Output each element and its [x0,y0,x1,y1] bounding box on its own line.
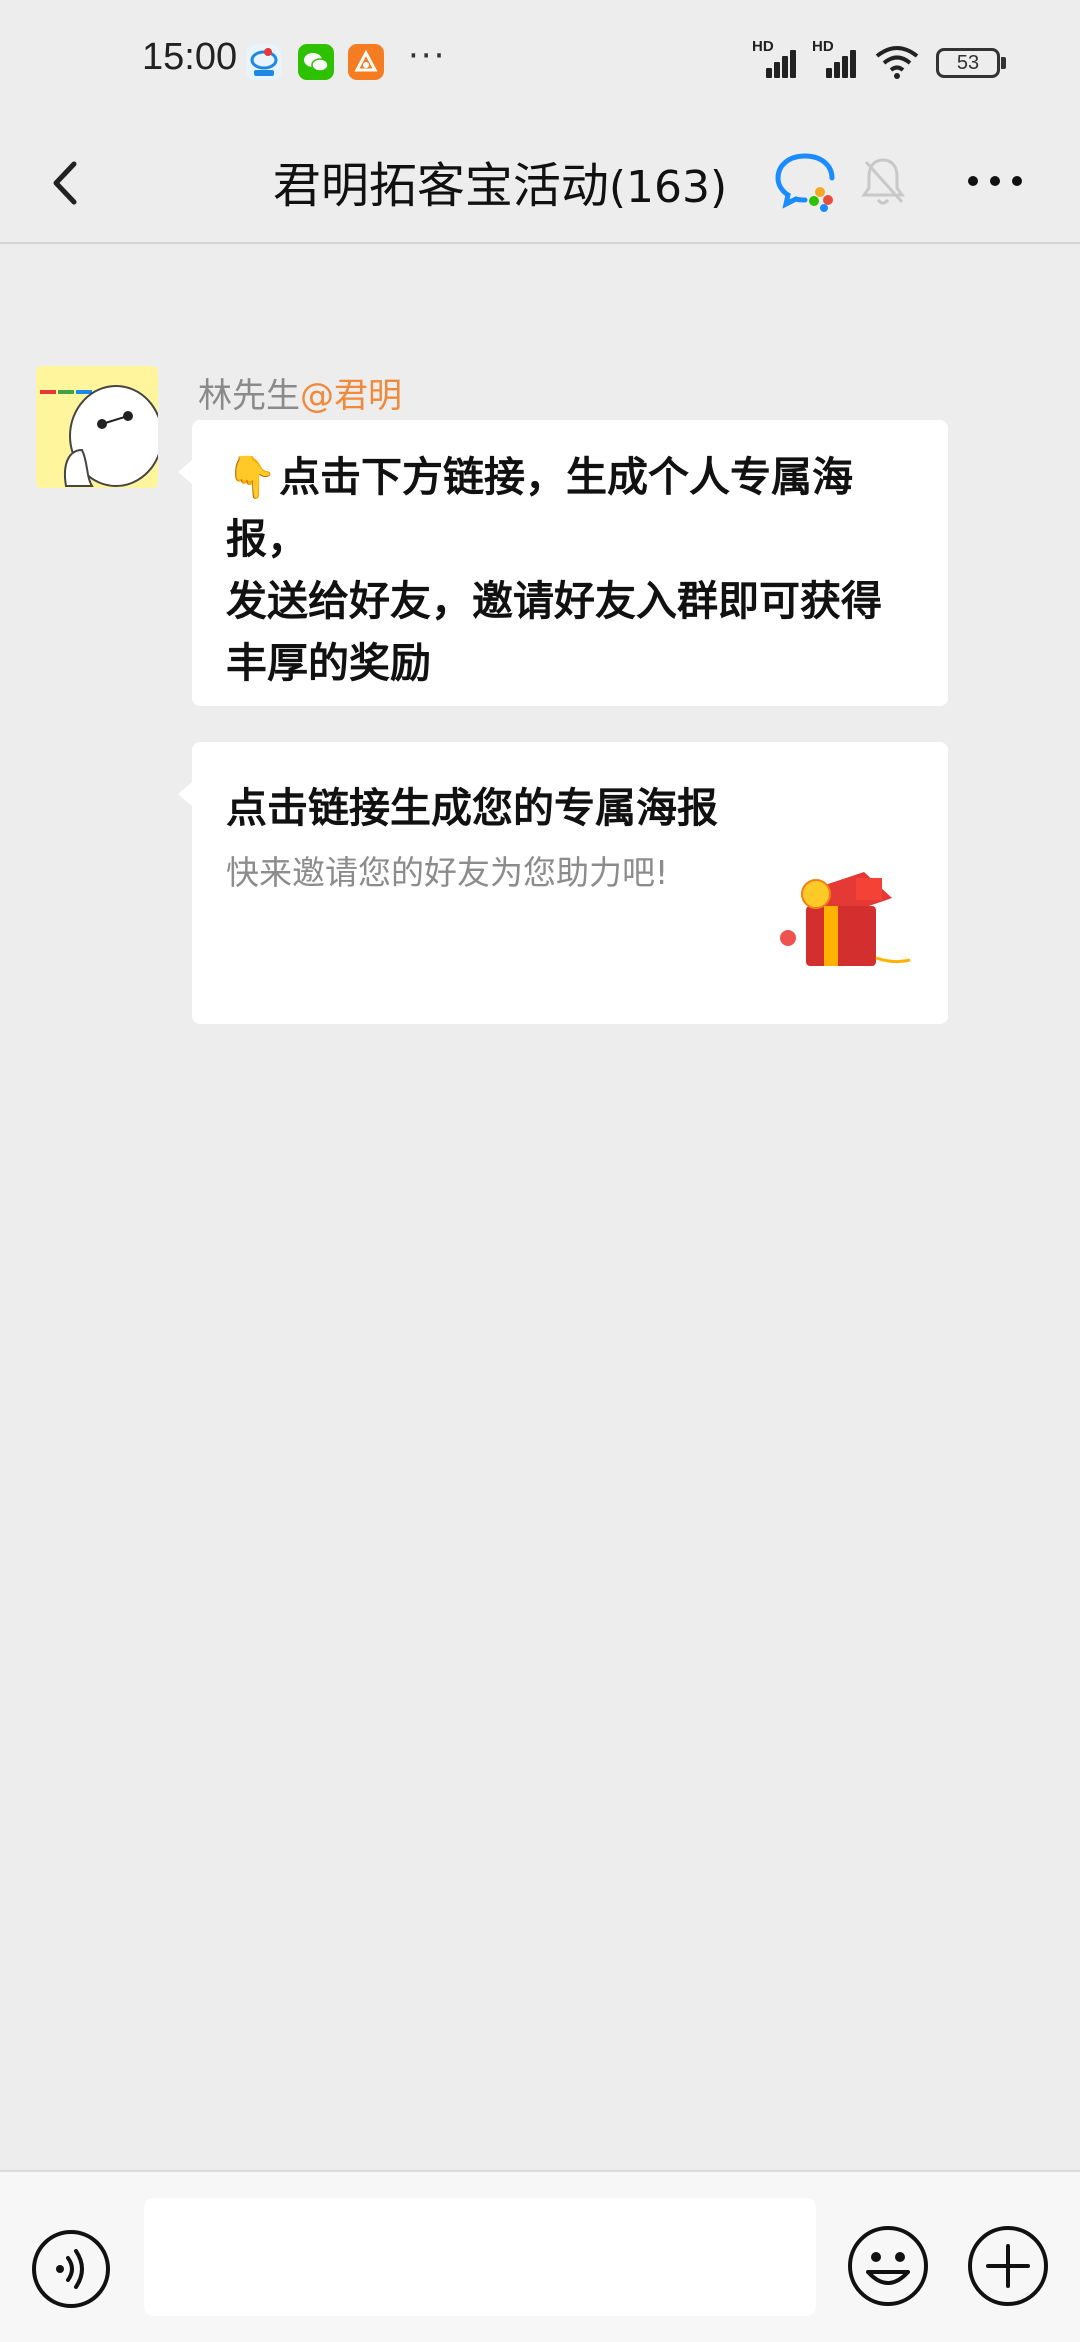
signal-1-icon: HD [752,38,802,78]
member-count: (163) [608,162,728,213]
group-name: 君明拓客宝活动 [272,158,609,214]
battery-tip [1001,57,1006,69]
red-gift-box-icon [780,872,911,966]
input-bar [0,2170,1080,2342]
message-text-line-2: 发送给好友，邀请好友入群即可获得丰厚的奖励 [226,577,882,687]
wifi-icon [875,46,919,79]
china-mobile-icon [246,44,282,80]
signal-2-icon: HD [812,38,862,78]
voice-icon[interactable] [30,2228,112,2310]
chat-header: 君明拓客宝活动(163) [0,126,1080,244]
message-text-line-1: 点击下方链接，生成个人专属海报， [226,453,854,563]
pointing-down-hand-icon: 👇 [226,453,278,501]
more-options-button[interactable] [960,156,1030,206]
link-card-description: 快来邀请您的好友为您助力吧! [226,853,669,892]
link-card-bubble[interactable]: 点击链接生成您的专属海报 快来邀请您的好友为您助力吧! [178,742,948,1024]
text-message-bubble[interactable]: 👇点击下方链接，生成个人专属海报， 发送给好友，邀请好友入群即可获得丰厚的奖励 [178,420,948,706]
message-input[interactable] [144,2198,816,2316]
battery-indicator: 53 [936,48,1000,78]
more-dot [1012,176,1022,186]
group-title: 君明拓客宝活动(163) [200,146,800,216]
signal-2-hd-label: HD [812,38,834,55]
signal-1-hd-label: HD [752,38,774,55]
sender-label: 林先生@君明 [198,368,402,417]
emoji-icon[interactable] [846,2224,930,2308]
more-dot [968,176,978,186]
sender-tag: @君明 [300,376,402,416]
orange-app-icon [348,44,384,80]
wechat-icon [298,44,334,80]
status-time: 15:00 [142,36,238,78]
back-button[interactable] [34,148,104,218]
status-more-indicator: ··· [408,36,447,76]
chat-bubble-icon[interactable] [770,146,840,216]
sender-name: 林先生 [198,376,300,416]
sender-avatar[interactable] [36,366,158,488]
plus-icon[interactable] [966,2224,1050,2308]
more-dot [990,176,1000,186]
link-card-title: 点击链接生成您的专属海报 [226,784,718,832]
status-bar: 15:00 ··· HD HD 53 [0,0,1080,126]
bell-mute-icon[interactable] [858,152,908,212]
